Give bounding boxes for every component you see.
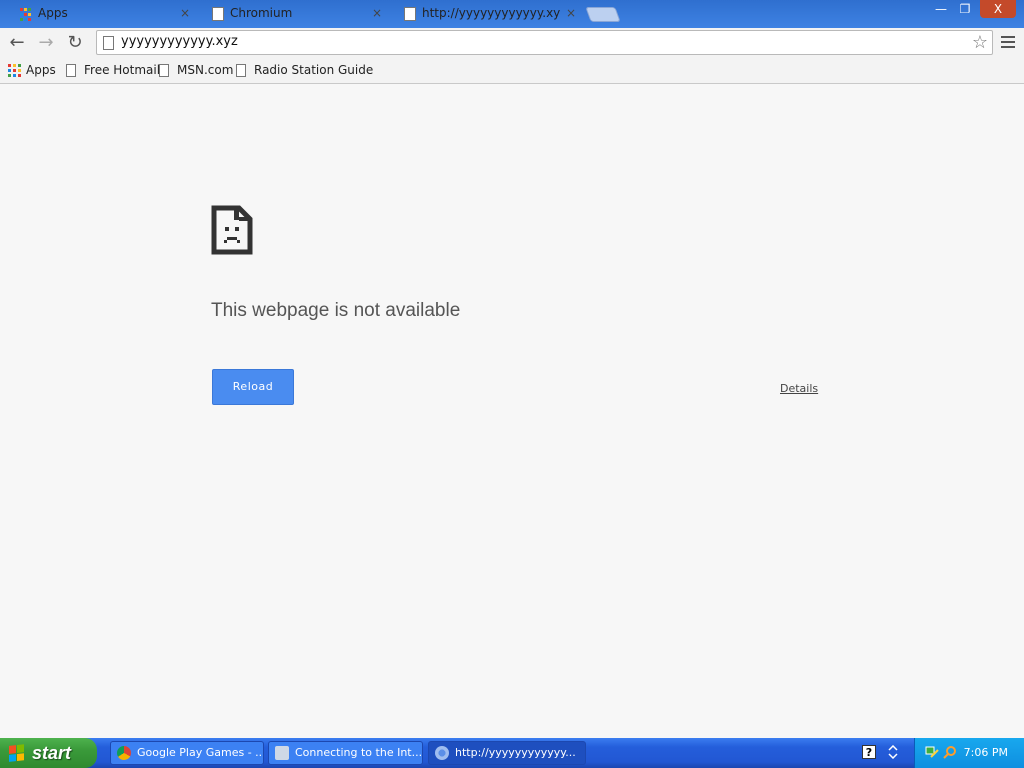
page-icon (212, 7, 224, 21)
clock[interactable]: 7:06 PM (964, 746, 1008, 759)
tab-apps[interactable]: Apps × (6, 2, 200, 28)
bookmark-free-hotmail[interactable]: Free Hotmail (66, 63, 160, 77)
chromium-icon (435, 746, 449, 760)
network-icon[interactable] (925, 745, 939, 759)
apps-grid-icon (20, 8, 32, 22)
close-icon[interactable]: × (372, 2, 382, 24)
restore-button[interactable]: ❐ (952, 0, 978, 18)
taskbar: start Google Play Games - ... Connecting… (0, 738, 1024, 768)
page-icon (66, 64, 76, 77)
bookmark-msn[interactable]: MSN.com (159, 63, 233, 77)
start-label: start (32, 743, 72, 763)
start-button[interactable]: start (0, 738, 97, 768)
system-tray: 7:06 PM (914, 738, 1024, 768)
bookmark-apps[interactable]: Apps (8, 63, 56, 77)
page-icon (103, 36, 114, 50)
minimize-button[interactable]: — (928, 0, 954, 18)
close-icon[interactable]: × (180, 2, 190, 24)
page-icon (236, 64, 246, 77)
forward-button[interactable]: → (34, 31, 58, 55)
address-bar-url[interactable]: yyyyyyyyyyyy.xyz (121, 34, 238, 49)
close-icon[interactable]: × (566, 2, 576, 24)
details-link[interactable]: Details (780, 382, 818, 395)
bookmarks-bar: Apps Free Hotmail MSN.com Radio Station … (0, 58, 1024, 84)
page-icon (404, 7, 416, 21)
reload-page-button[interactable]: Reload (212, 369, 294, 405)
bookmark-label: Radio Station Guide (254, 63, 374, 77)
search-icon[interactable] (943, 745, 957, 759)
taskbar-item-label: Connecting to the Int... (295, 746, 423, 759)
new-tab-button[interactable] (585, 7, 621, 22)
back-button[interactable]: ← (5, 31, 29, 55)
bookmark-label: Free Hotmail (84, 63, 161, 77)
expand-tray-icon[interactable] (886, 744, 900, 760)
bookmark-label: Apps (26, 63, 56, 77)
page-icon (159, 64, 169, 77)
error-page: This webpage is not available Reload Det… (0, 85, 1024, 738)
taskbar-item-google-play[interactable]: Google Play Games - ... (110, 741, 264, 765)
taskbar-item-label: Google Play Games - ... (137, 746, 264, 759)
address-bar[interactable]: yyyyyyyyyyyy.xyz ☆ (96, 30, 993, 55)
tab-active-error[interactable]: http://yyyyyyyyyyyy.xyz/ is × (390, 2, 586, 28)
apps-grid-icon (8, 64, 21, 77)
tab-strip: Apps × Chromium × http://yyyyyyyyyyyy.xy… (0, 0, 1024, 28)
taskbar-item-chromium[interactable]: http://yyyyyyyyyyyy... (428, 741, 586, 765)
error-headline: This webpage is not available (211, 300, 461, 321)
bookmark-radio-station-guide[interactable]: Radio Station Guide (236, 63, 373, 77)
network-wizard-icon (275, 746, 289, 760)
tab-chromium[interactable]: Chromium × (198, 2, 392, 28)
chrome-icon (117, 746, 131, 760)
window-close-button[interactable]: X (980, 0, 1016, 18)
bookmark-label: MSN.com (177, 63, 234, 77)
tab-title: Apps (38, 6, 68, 20)
bookmark-star-icon[interactable]: ☆ (972, 31, 988, 54)
sad-page-icon (211, 205, 253, 255)
menu-icon[interactable] (998, 33, 1018, 53)
windows-flag-icon (9, 744, 25, 762)
taskbar-item-label: http://yyyyyyyyyyyy... (455, 746, 576, 759)
tab-title: http://yyyyyyyyyyyy.xyz/ is (422, 6, 560, 20)
taskbar-item-connecting[interactable]: Connecting to the Int... (268, 741, 423, 765)
reload-button[interactable]: ↻ (63, 31, 87, 55)
help-icon[interactable]: ? (862, 745, 876, 759)
browser-toolbar: ← → ↻ yyyyyyyyyyyy.xyz ☆ (0, 28, 1024, 58)
tab-title: Chromium (230, 6, 293, 20)
